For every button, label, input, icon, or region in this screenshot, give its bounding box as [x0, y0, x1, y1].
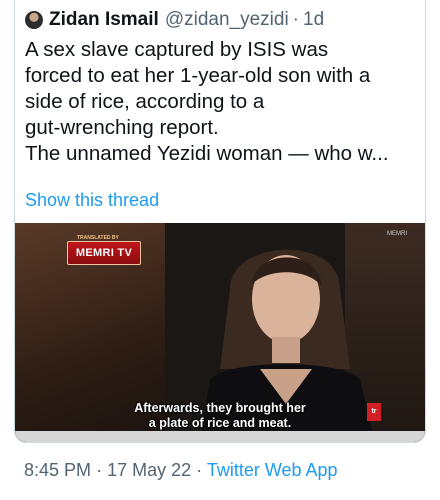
- separator-dot: ·: [292, 9, 299, 30]
- tweet-text-line: forced to eat her 1-year-old son with a: [25, 64, 371, 87]
- tweet-text-line: side of rice, according to a: [25, 90, 265, 113]
- footer-separator: ·: [196, 460, 203, 480]
- tweet-date[interactable]: 17 May 22: [107, 460, 191, 480]
- tweet-text-line: The unnamed Yezidi woman — who w...: [25, 142, 389, 165]
- source-app-link[interactable]: Twitter Web App: [207, 460, 338, 480]
- tweet-age[interactable]: 1d: [303, 9, 324, 31]
- subtitle-line: a plate of rice and meat.: [148, 416, 292, 430]
- ticker-text: [15, 431, 21, 442]
- tweet-header: Zidan Ismail @zidan_yezidi · 1d: [25, 8, 324, 32]
- tweet-media-image[interactable]: TRANSLATED BY MEMRI TV MEMRI tr Afterwar…: [15, 223, 425, 442]
- author-name[interactable]: Zidan Ismail: [49, 9, 159, 31]
- tweet-text-line: gut-wrenching report.: [25, 116, 219, 139]
- subtitle-line: Afterwards, they brought her: [134, 401, 306, 415]
- footer-separator: ·: [96, 460, 103, 480]
- tweet-footer: 8:45 PM · 17 May 22 · Twitter Web App: [24, 460, 338, 481]
- avatar[interactable]: [25, 11, 43, 29]
- tweet-text-line: A sex slave captured by ISIS was: [25, 38, 329, 61]
- media-watermark: MEMRI: [387, 231, 407, 237]
- channel-logo: tr: [367, 403, 381, 421]
- tweet-card[interactable]: Zidan Ismail @zidan_yezidi · 1d A sex sl…: [14, 0, 426, 443]
- show-thread-link[interactable]: Show this thread: [25, 190, 159, 211]
- tweet-time[interactable]: 8:45 PM: [24, 460, 91, 480]
- author-handle[interactable]: @zidan_yezidi: [165, 9, 289, 31]
- video-subtitle: Afterwards, they brought her a plate of …: [95, 401, 345, 431]
- memri-logo: MEMRI TV: [67, 241, 141, 265]
- tweet-text: A sex slave captured by ISIS was forced …: [25, 37, 420, 167]
- news-ticker: [15, 431, 425, 442]
